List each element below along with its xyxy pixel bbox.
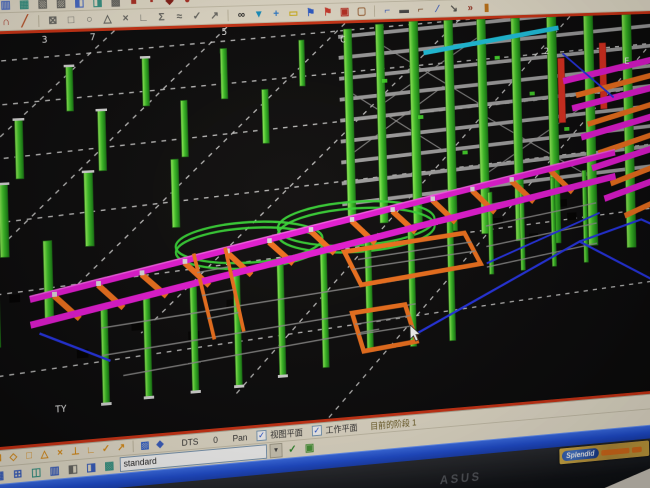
- corner-tool-icon[interactable]: ∟: [136, 10, 151, 24]
- upper-tool-icon-3[interactable]: ▦: [16, 0, 32, 11]
- view-plane-checkbox[interactable]: ✓: [256, 430, 266, 441]
- triangle-tool-icon[interactable]: △: [100, 11, 116, 25]
- svg-text:TY: TY: [55, 404, 67, 416]
- select-welds-icon[interactable]: ◧: [65, 461, 81, 476]
- pin-red-icon[interactable]: ⚑: [320, 5, 335, 19]
- combo-dropdown-arrow[interactable]: ▼: [270, 443, 283, 459]
- select-parts-icon[interactable]: ⊞: [10, 466, 26, 481]
- upper-tool-icon-11[interactable]: ◆: [162, 0, 177, 7]
- cad-application-window: ▤▥▦▧▨◧◨▩■▪◆● ∪∩╱⊠□○△×∟Σ≈✓↗∞▼+▭⚑⚑▣▢⌐▬⌐∕↘»…: [0, 0, 650, 488]
- check-tool-icon[interactable]: ✓: [189, 9, 204, 23]
- apply-check-icon[interactable]: ✓: [285, 442, 300, 457]
- select-grids-icon[interactable]: ◨: [83, 460, 99, 475]
- svg-text:2: 2: [544, 47, 549, 57]
- grid-labels: 3 7 5 C 2 E TY: [42, 14, 637, 415]
- svg-text:C: C: [340, 35, 346, 46]
- sum-tool-icon[interactable]: Σ: [154, 10, 169, 24]
- pin-blue-icon[interactable]: ⚑: [303, 6, 318, 20]
- circle-tool-icon[interactable]: ○: [82, 12, 98, 26]
- toolbar-separator: [374, 5, 375, 16]
- upper-tool-icon-4[interactable]: ▧: [35, 0, 51, 11]
- snap-intersection-icon[interactable]: ×: [53, 446, 67, 460]
- diagonal-beam-icon[interactable]: ∕: [430, 2, 444, 16]
- svg-text:E: E: [624, 56, 629, 66]
- polybeam-icon[interactable]: ⌐: [414, 2, 428, 16]
- view-brown-icon[interactable]: ▢: [354, 4, 369, 18]
- asus-logo: ASUS: [440, 469, 483, 487]
- snap-midpoint-icon[interactable]: ◇: [6, 450, 20, 464]
- twin-profile-icon[interactable]: »: [463, 1, 477, 14]
- upper-tool-icon-8[interactable]: ▩: [108, 0, 124, 9]
- snap-center-icon[interactable]: △: [38, 448, 52, 462]
- freehand-line-icon[interactable]: ╱: [17, 14, 33, 28]
- arrow-tool-icon[interactable]: ↗: [207, 8, 222, 22]
- phase-color-icon[interactable]: ▣: [302, 440, 317, 455]
- upper-tool-icon-10[interactable]: ▪: [144, 0, 159, 8]
- note-icon[interactable]: ▭: [286, 6, 301, 20]
- upper-tool-icon-12[interactable]: ●: [180, 0, 195, 7]
- sticker-orange-text: [601, 447, 629, 455]
- upper-tool-icon-7[interactable]: ◨: [90, 0, 106, 9]
- snap-line-icon[interactable]: ∟: [84, 444, 98, 458]
- select-area-icon[interactable]: ⊠: [45, 13, 61, 27]
- select-views-icon[interactable]: ▩: [102, 458, 118, 473]
- ortho-mode-indicator: DTS: [181, 436, 198, 447]
- curved-beam-icon[interactable]: ↘: [447, 2, 461, 16]
- snap-end-icon[interactable]: □: [22, 449, 36, 463]
- work-plane-checkbox[interactable]: ✓: [312, 425, 322, 436]
- svg-text:3: 3: [42, 35, 48, 46]
- snap-extension-icon[interactable]: ↗: [115, 441, 129, 455]
- upper-tool-icon-6[interactable]: ◧: [72, 0, 88, 10]
- structural-model-canvas: 3 7 5 C 2 E TY: [0, 13, 650, 448]
- model-viewport[interactable]: 3 7 5 C 2 E TY: [0, 10, 650, 451]
- snap-any-icon[interactable]: ✓: [99, 442, 113, 456]
- snap-settings-icon[interactable]: +: [269, 7, 284, 21]
- svg-text:5: 5: [221, 27, 227, 38]
- pan-mode-indicator: Pan: [233, 432, 248, 443]
- view-red-icon[interactable]: ▣: [337, 5, 352, 19]
- cross-tool-icon[interactable]: ×: [118, 11, 134, 25]
- beam-icon[interactable]: ⌐: [380, 3, 394, 17]
- curve-tool-icon[interactable]: ≈: [172, 9, 187, 23]
- upper-tool-icon-9[interactable]: ■: [126, 0, 141, 8]
- svg-text:7: 7: [90, 32, 96, 43]
- toolbar-separator: [38, 15, 39, 27]
- snap-depth-icon[interactable]: ◆: [153, 438, 166, 452]
- toolbar-separator: [227, 9, 228, 21]
- monitor: ▤▥▦▧▨◧◨▩■▪◆● ∪∩╱⊠□○△×∟Σ≈✓↗∞▼+▭⚑⚑▣▢⌐▬⌐∕↘»…: [0, 0, 650, 488]
- photo-frame: ▤▥▦▧▨◧◨▩■▪◆● ∪∩╱⊠□○△×∟Σ≈✓↗∞▼+▭⚑⚑▣▢⌐▬⌐∕↘»…: [0, 0, 650, 488]
- coordinate-readout: 0: [213, 435, 218, 445]
- splendid-logo: Splendid: [562, 448, 599, 462]
- flat-beam-icon[interactable]: ▬: [397, 3, 411, 17]
- upper-tool-icon-2[interactable]: ▥: [0, 0, 14, 12]
- column-icon[interactable]: ▮: [480, 1, 494, 14]
- select-bolts-icon[interactable]: ▥: [47, 463, 63, 478]
- snap-points-icon[interactable]: ⊠: [0, 452, 5, 466]
- filter-icon[interactable]: ▼: [251, 7, 266, 21]
- find-icon[interactable]: ∞: [234, 8, 249, 22]
- toolbar-separator: [133, 440, 134, 452]
- select-points-icon[interactable]: ◫: [28, 465, 44, 480]
- select-all-icon[interactable]: ▦: [0, 468, 7, 483]
- redo-icon[interactable]: ∩: [0, 14, 14, 28]
- snap-perpendicular-icon[interactable]: ⊥: [69, 445, 83, 459]
- upper-tool-icon-5[interactable]: ▨: [53, 0, 69, 10]
- rectangle-tool-icon[interactable]: □: [63, 13, 79, 27]
- snap-override-icon[interactable]: ▨: [138, 439, 152, 453]
